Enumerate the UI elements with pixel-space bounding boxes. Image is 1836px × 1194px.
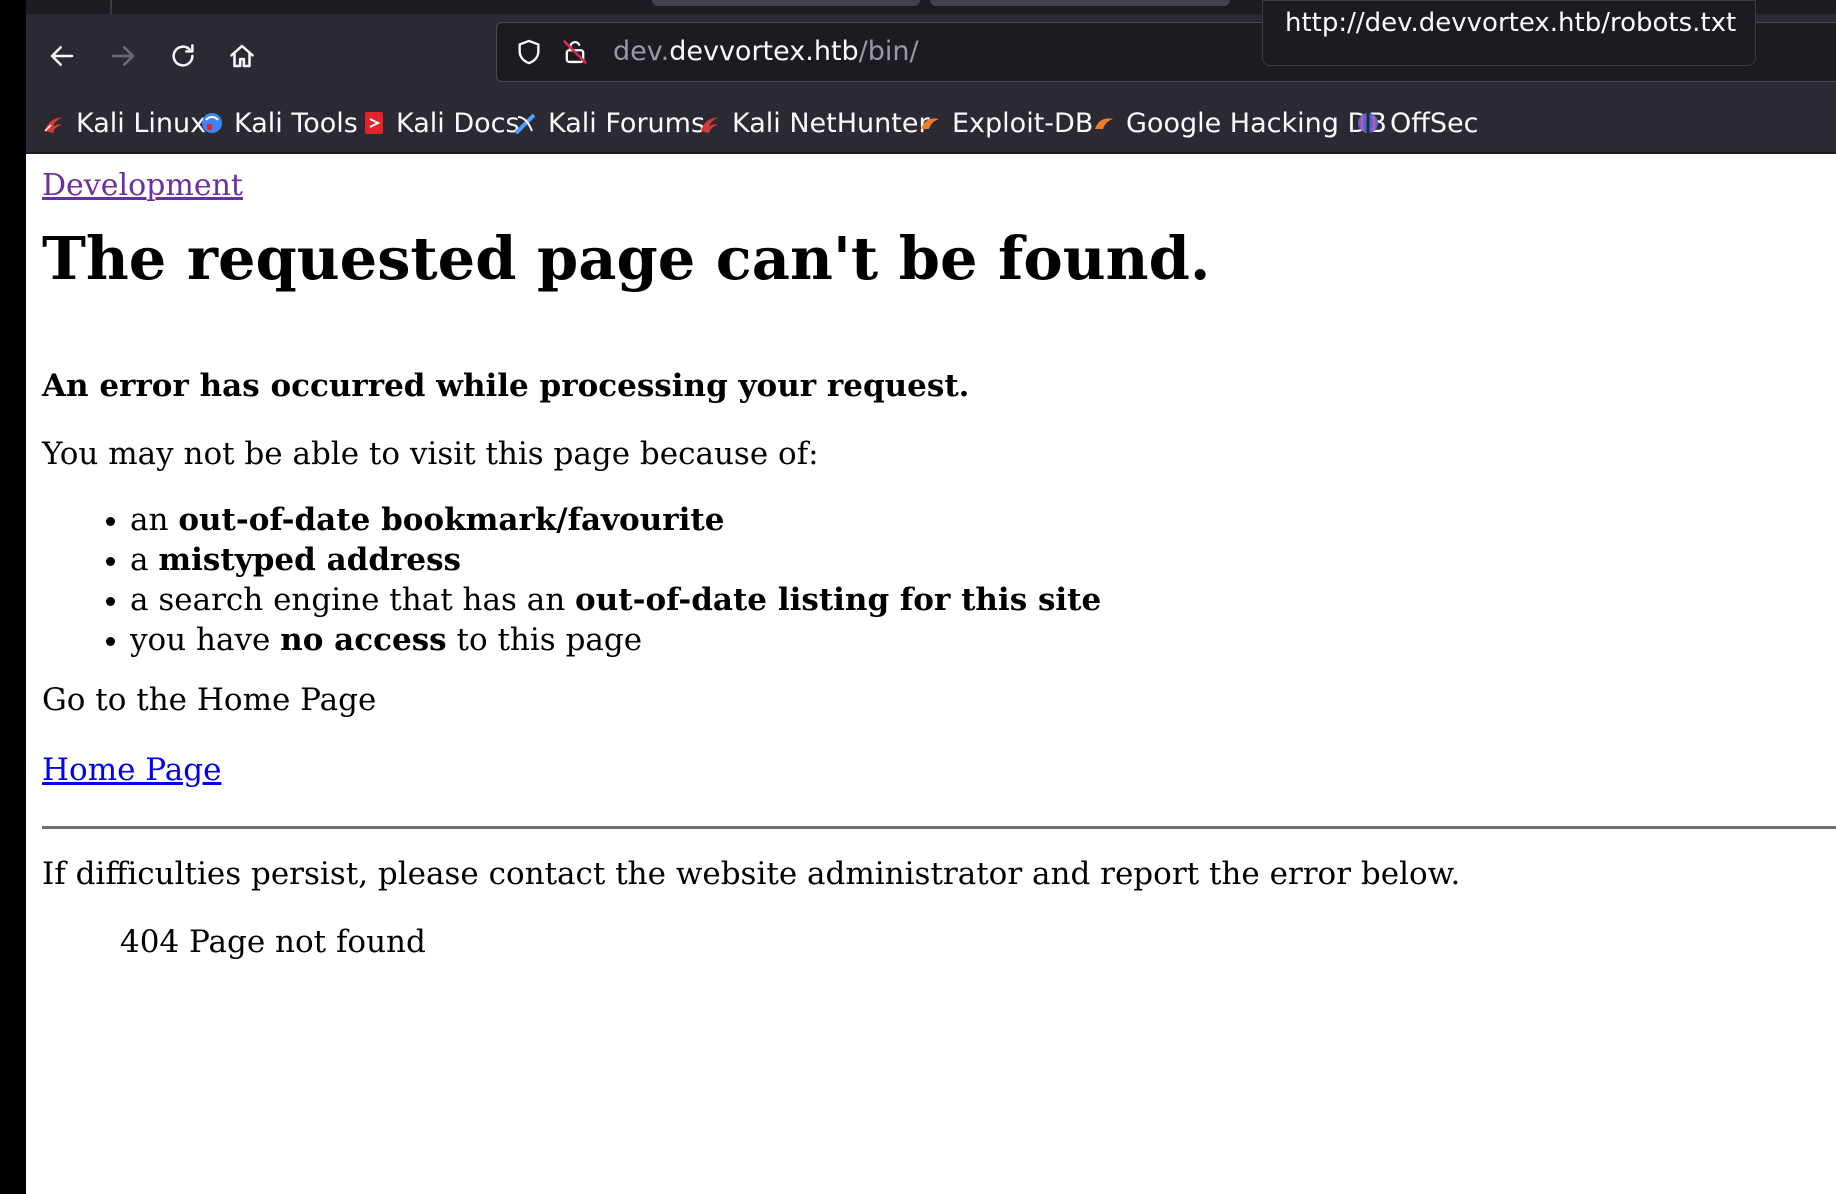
list-item: a search engine that has an out-of-date … — [106, 580, 1101, 620]
offsec-icon — [1356, 111, 1380, 135]
reason-text: a search engine that has an — [130, 582, 576, 618]
bookmark-kali-linux[interactable]: Kali Linux — [42, 94, 206, 152]
bookmark-label: Kali NetHunter — [732, 107, 930, 139]
back-button[interactable] — [40, 34, 84, 78]
link-url-tooltip: http://dev.devvortex.htb/robots.txt — [1262, 0, 1756, 66]
reason-text: you have — [130, 622, 281, 658]
home-button[interactable] — [220, 34, 264, 78]
reload-button[interactable] — [161, 34, 205, 78]
home-intro: Go to the Home Page — [42, 682, 377, 718]
insecure-lock-icon — [563, 40, 587, 64]
tab-separator — [110, 0, 112, 14]
bookmark-kali-forums[interactable]: Kali Forums — [514, 94, 705, 152]
url-subdomain: dev. — [613, 36, 670, 67]
bookmark-google-hacking-db[interactable]: Google Hacking DB — [1092, 94, 1387, 152]
list-item: an out-of-date bookmark/favourite — [106, 500, 1101, 540]
reason-text: to this page — [446, 622, 643, 658]
bookmark-offsec[interactable]: OffSec — [1356, 94, 1478, 152]
list-item: a mistyped address — [106, 540, 1101, 580]
tracking-protection-button[interactable] — [507, 23, 551, 81]
bookmark-exploit-db[interactable]: Exploit-DB — [918, 94, 1093, 152]
exploit-db-icon — [918, 111, 942, 135]
bookmark-kali-nethunter[interactable]: Kali NetHunter — [698, 94, 930, 152]
bookmark-label: Kali Linux — [76, 107, 207, 139]
url-domain: devvortex.htb — [669, 36, 859, 67]
bookmark-label: Google Hacking DB — [1126, 107, 1387, 139]
reason-bold: out-of-date listing for this site — [575, 582, 1102, 618]
bookmark-label: Kali Tools — [234, 107, 358, 139]
url-text[interactable]: dev.devvortex.htb/bin/ — [613, 23, 919, 81]
kali-nethunter-icon — [698, 111, 722, 135]
kali-dragon-icon — [42, 111, 66, 135]
reason-bold: no access — [280, 622, 447, 658]
bookmark-kali-docs[interactable]: Kali Docs — [362, 94, 520, 152]
breadcrumb-link[interactable]: Development — [42, 168, 243, 203]
reason-list: an out-of-date bookmark/favourite a mist… — [106, 500, 1101, 660]
persist-text: If difficulties persist, please contact … — [42, 856, 1461, 892]
error-code: 404 Page not found — [120, 924, 426, 960]
tab[interactable] — [652, 0, 920, 6]
page-title: The requested page can't be found. — [42, 224, 1211, 293]
reason-bold: mistyped address — [158, 542, 461, 578]
reason-text: a — [130, 542, 159, 578]
kali-docs-icon — [362, 111, 386, 135]
bookmark-label: Kali Docs — [396, 107, 520, 139]
site-security-button[interactable] — [553, 23, 597, 81]
page-content: Development The requested page can't be … — [26, 154, 1836, 1194]
reason-intro: You may not be able to visit this page b… — [42, 436, 819, 472]
reason-text: an — [130, 502, 179, 538]
browser-window: dev.devvortex.htb/bin/ Kali Linux Kali T… — [26, 0, 1836, 1194]
bookmark-label: Kali Forums — [548, 107, 706, 139]
kali-forums-icon — [514, 111, 538, 135]
bookmark-label: Exploit-DB — [952, 107, 1094, 139]
home-icon — [230, 44, 254, 68]
reload-icon — [172, 44, 194, 67]
url-path: /bin/ — [858, 36, 919, 67]
back-icon — [50, 46, 74, 66]
bookmarks-toolbar: Kali Linux Kali Tools Kali Docs Kali For… — [26, 94, 1836, 154]
bookmark-label: OffSec — [1390, 107, 1479, 139]
home-page-link[interactable]: Home Page — [42, 752, 221, 788]
list-item: you have no access to this page — [106, 620, 1101, 660]
ghdb-icon — [1092, 111, 1116, 135]
divider — [42, 826, 1836, 829]
bookmark-kali-tools[interactable]: Kali Tools — [200, 94, 358, 152]
forward-button[interactable] — [101, 34, 145, 78]
error-heading: An error has occurred while processing y… — [42, 368, 970, 404]
reason-bold: out-of-date bookmark/favourite — [178, 502, 725, 538]
forward-icon — [111, 46, 135, 66]
kali-tools-icon — [200, 111, 224, 135]
shield-icon — [518, 39, 540, 65]
tab[interactable] — [930, 0, 1230, 6]
screen: dev.devvortex.htb/bin/ Kali Linux Kali T… — [0, 0, 1836, 1194]
